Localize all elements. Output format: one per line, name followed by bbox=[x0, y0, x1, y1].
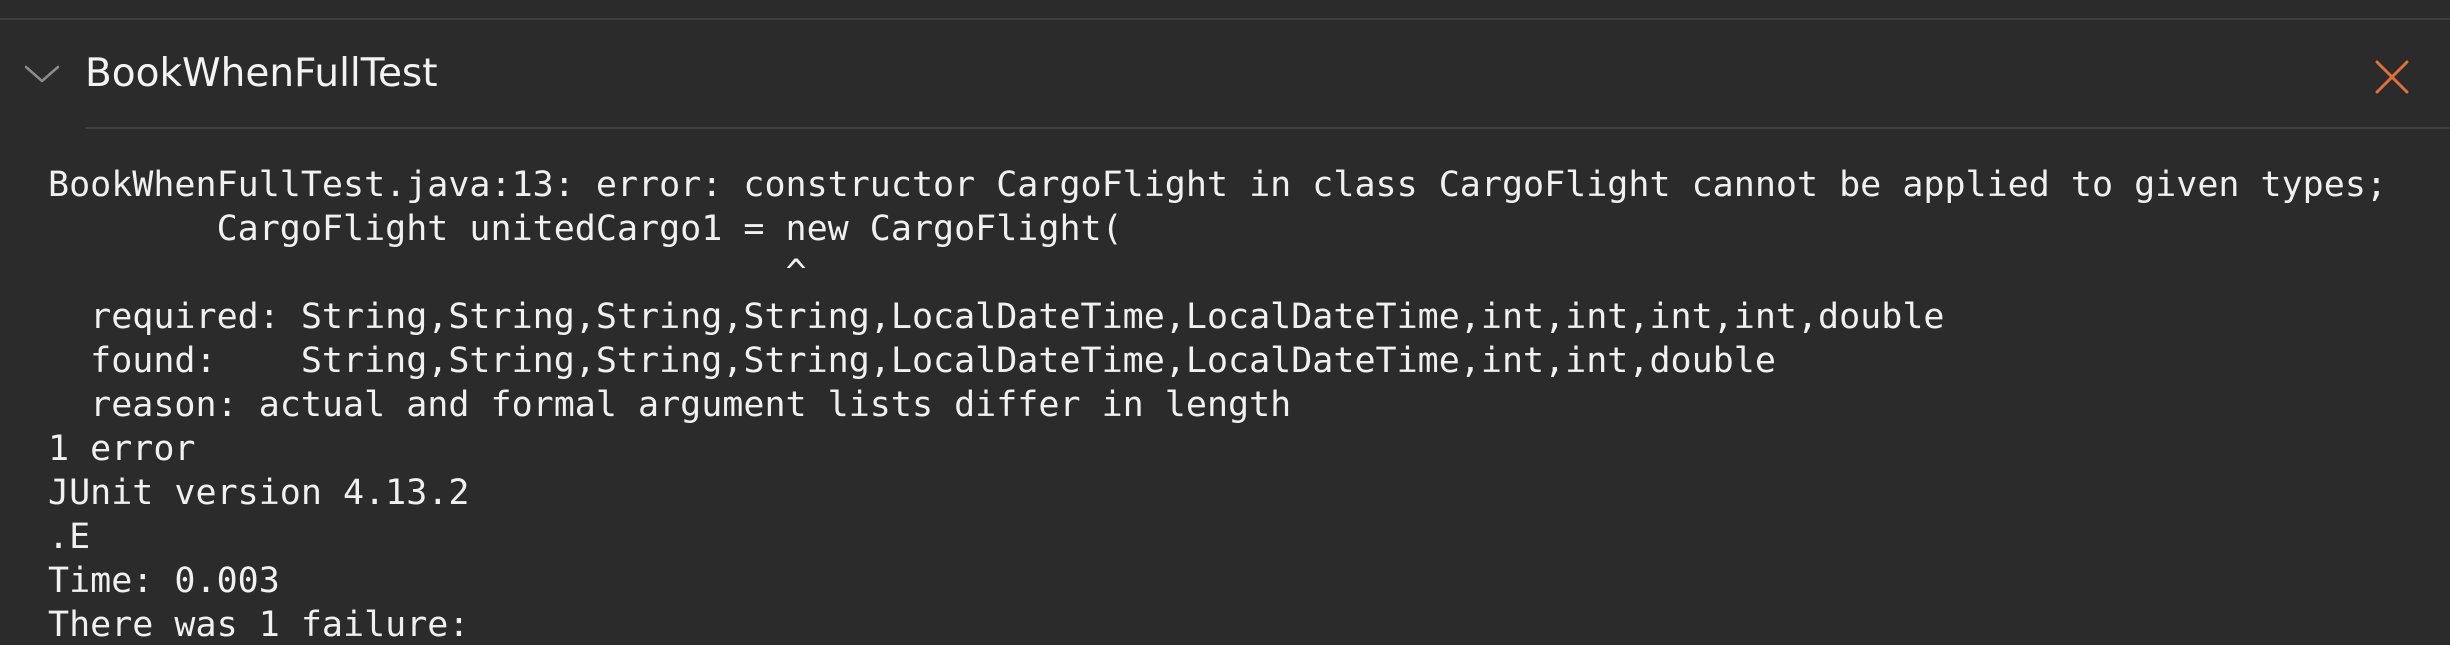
top-divider bbox=[0, 0, 2450, 20]
console-line: reason: actual and formal argument lists… bbox=[48, 385, 1292, 425]
console-line: ^ bbox=[48, 253, 807, 293]
console-line: CargoFlight unitedCargo1 = new CargoFlig… bbox=[48, 209, 1123, 249]
console-line: JUnit version 4.13.2 bbox=[48, 473, 470, 513]
panel-title: BookWhenFullTest bbox=[85, 51, 438, 96]
console-line: .E bbox=[48, 517, 91, 557]
chevron-down-icon[interactable] bbox=[22, 62, 62, 88]
console-line: There was 1 failure: bbox=[48, 605, 470, 645]
close-button[interactable] bbox=[2370, 55, 2414, 99]
console-line: found: String,String,String,String,Local… bbox=[48, 341, 1776, 381]
console-line: Time: 0.003 bbox=[48, 561, 280, 601]
console-line: required: String,String,String,String,Lo… bbox=[48, 297, 1945, 337]
header-divider bbox=[85, 127, 2450, 129]
console-line: 1 error bbox=[48, 429, 196, 469]
console-output[interactable]: BookWhenFullTest.java:13: error: constru… bbox=[48, 163, 2443, 645]
console-line: BookWhenFullTest.java:13: error: constru… bbox=[48, 165, 2387, 205]
test-panel-header: BookWhenFullTest bbox=[0, 22, 2450, 128]
close-icon bbox=[2375, 60, 2409, 94]
